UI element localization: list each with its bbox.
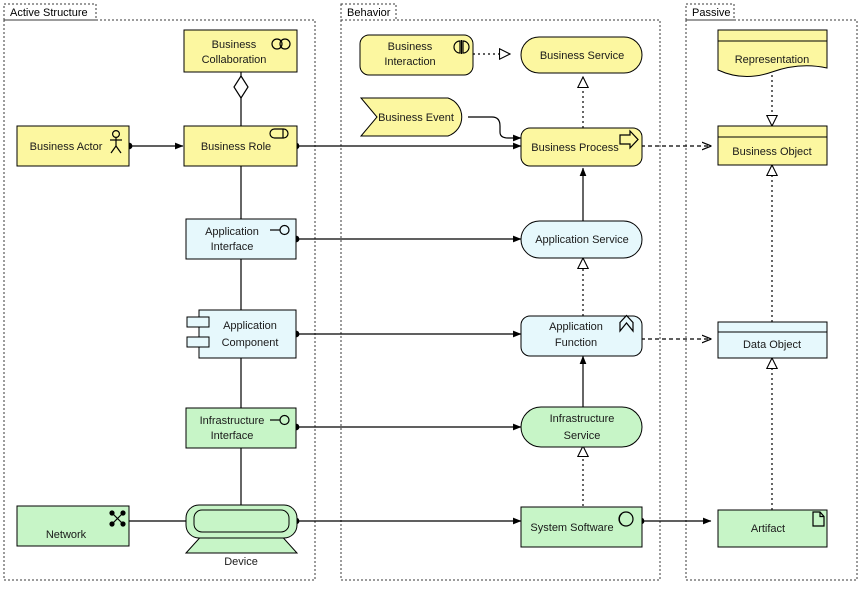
business-actor-label: Business Actor — [30, 141, 103, 153]
element-data-object[interactable]: Data Object — [717, 321, 828, 359]
element-application-service[interactable]: Application Service — [520, 220, 643, 259]
data-object-label: Data Object — [743, 339, 801, 351]
network-label: Network — [46, 529, 87, 541]
application-interface-label-1: Application — [205, 226, 259, 238]
business-role-label: Business Role — [201, 141, 271, 153]
element-business-actor[interactable]: Business Actor — [16, 125, 130, 167]
element-artifact[interactable]: Artifact — [717, 509, 828, 548]
application-function-label-2: Function — [555, 337, 597, 349]
rel-event-process — [468, 116, 522, 142]
column-label-behavior: Behavior — [347, 7, 391, 19]
element-network[interactable]: Network — [16, 505, 130, 547]
infrastructure-service-label-1: Infrastructure — [550, 413, 615, 425]
business-process-label: Business Process — [531, 142, 619, 154]
artifact-label: Artifact — [751, 523, 785, 535]
business-object-label: Business Object — [732, 146, 811, 158]
element-infrastructure-interface[interactable]: Infrastructure Interface — [185, 407, 297, 449]
element-business-object[interactable]: Business Object — [717, 125, 828, 166]
element-application-function[interactable]: Application Function — [520, 314, 643, 357]
representation-label: Representation — [735, 54, 810, 66]
column-body-active-structure — [3, 19, 316, 581]
aggregation-diamond — [233, 74, 249, 100]
column-active-structure: Active Structure — [3, 3, 316, 581]
application-interface-label-2: Interface — [211, 241, 254, 253]
element-application-interface[interactable]: Application Interface — [185, 218, 297, 260]
device-screen — [193, 509, 290, 533]
infrastructure-interface-label-2: Interface — [211, 430, 254, 442]
element-business-interaction[interactable]: Business Interaction — [359, 34, 474, 76]
business-event-label: Business Event — [378, 112, 454, 124]
application-service-label: Application Service — [535, 234, 629, 246]
column-behavior: Behavior — [340, 3, 661, 581]
business-interaction-label-1: Business — [388, 41, 433, 53]
infrastructure-interface-label-1: Infrastructure — [200, 415, 265, 427]
element-application-component[interactable]: Application Component — [186, 309, 297, 359]
element-infrastructure-service[interactable]: Infrastructure Service — [520, 406, 643, 448]
system-software-label: System Software — [530, 522, 613, 534]
application-component-shape[interactable] — [198, 309, 297, 359]
column-label-passive: Passive — [692, 7, 731, 19]
element-business-role[interactable]: Business Role — [183, 125, 298, 167]
element-business-collaboration[interactable]: Business Collaboration — [183, 29, 298, 73]
element-representation[interactable]: Representation — [717, 29, 828, 77]
element-device[interactable]: Device — [184, 504, 299, 568]
element-business-event[interactable]: Business Event — [359, 97, 463, 137]
business-service-label: Business Service — [540, 50, 624, 62]
business-interaction-label-2: Interaction — [384, 56, 435, 68]
application-component-label-1: Application — [223, 320, 277, 332]
application-function-label-1: Application — [549, 321, 603, 333]
archimate-diagram: Active Structure Behavior Passive Busine… — [3, 3, 858, 581]
column-label-active-structure: Active Structure — [10, 7, 88, 19]
device-label: Device — [224, 556, 258, 568]
element-system-software[interactable]: System Software — [520, 506, 643, 548]
element-business-service[interactable]: Business Service — [520, 36, 643, 74]
element-business-process[interactable]: Business Process — [520, 127, 643, 167]
infrastructure-service-label-2: Service — [564, 430, 601, 442]
application-component-label-2: Component — [222, 337, 279, 349]
diagram-canvas: Active Structure Behavior Passive Busine… — [0, 0, 861, 589]
business-collaboration-label-2: Collaboration — [202, 54, 267, 66]
business-collaboration-label-1: Business — [212, 39, 257, 51]
